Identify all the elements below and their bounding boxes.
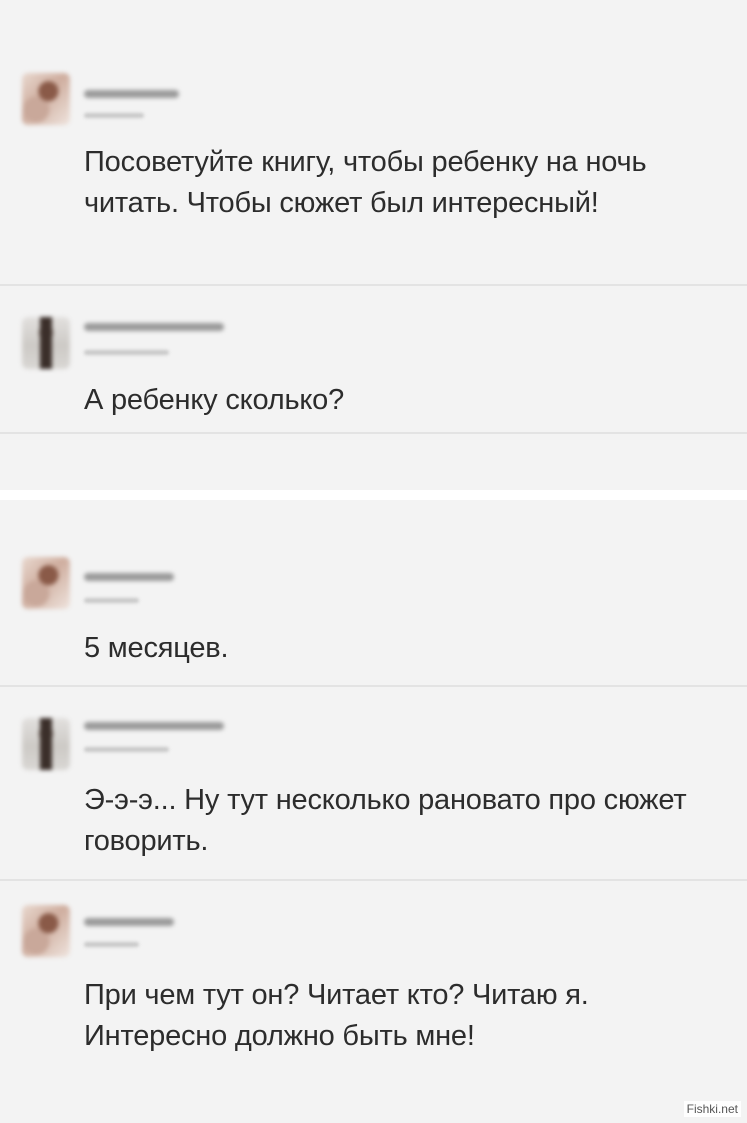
user-avatar[interactable] xyxy=(22,73,70,125)
user-avatar[interactable] xyxy=(22,905,70,957)
blurred-timestamp xyxy=(84,942,139,947)
panel-separator xyxy=(0,490,747,500)
user-avatar[interactable] xyxy=(22,557,70,609)
user-avatar[interactable] xyxy=(22,718,70,770)
comment-text: А ребенку сколько? xyxy=(84,384,345,416)
comment-divider xyxy=(0,432,747,434)
comment-item: При чем тут он? Читает кто? Читаю я. Инт… xyxy=(0,881,747,1123)
blurred-username[interactable] xyxy=(84,573,174,581)
comment-item: Э-э-э... Ну тут несколько рановато про с… xyxy=(0,687,747,879)
site-watermark: Fishki.net xyxy=(683,1101,741,1117)
screenshot-panel-top: Посоветуйте книгу, чтобы ребенку на ночь… xyxy=(0,0,747,490)
blurred-username[interactable] xyxy=(84,722,224,730)
blurred-timestamp xyxy=(84,598,139,603)
blurred-username[interactable] xyxy=(84,323,224,331)
comment-text: Посоветуйте книгу, чтобы ребенку на ночь… xyxy=(84,146,647,219)
blurred-timestamp xyxy=(84,350,169,355)
user-avatar[interactable] xyxy=(22,317,70,369)
screenshot-panel-bottom: 5 месяцев. Э-э-э... Ну тут несколько ран… xyxy=(0,500,747,1123)
comment-text: Э-э-э... Ну тут несколько рановато про с… xyxy=(84,784,687,857)
comment-text: При чем тут он? Читает кто? Читаю я. Инт… xyxy=(84,979,589,1052)
comment-item: Посоветуйте книгу, чтобы ребенку на ночь… xyxy=(0,0,747,285)
blurred-username[interactable] xyxy=(84,90,179,98)
comment-item: 5 месяцев. xyxy=(0,500,747,685)
comment-item: А ребенку сколько? xyxy=(0,286,747,431)
blurred-timestamp xyxy=(84,113,144,118)
comment-text: 5 месяцев. xyxy=(84,632,229,664)
blurred-timestamp xyxy=(84,747,169,752)
blurred-username[interactable] xyxy=(84,918,174,926)
